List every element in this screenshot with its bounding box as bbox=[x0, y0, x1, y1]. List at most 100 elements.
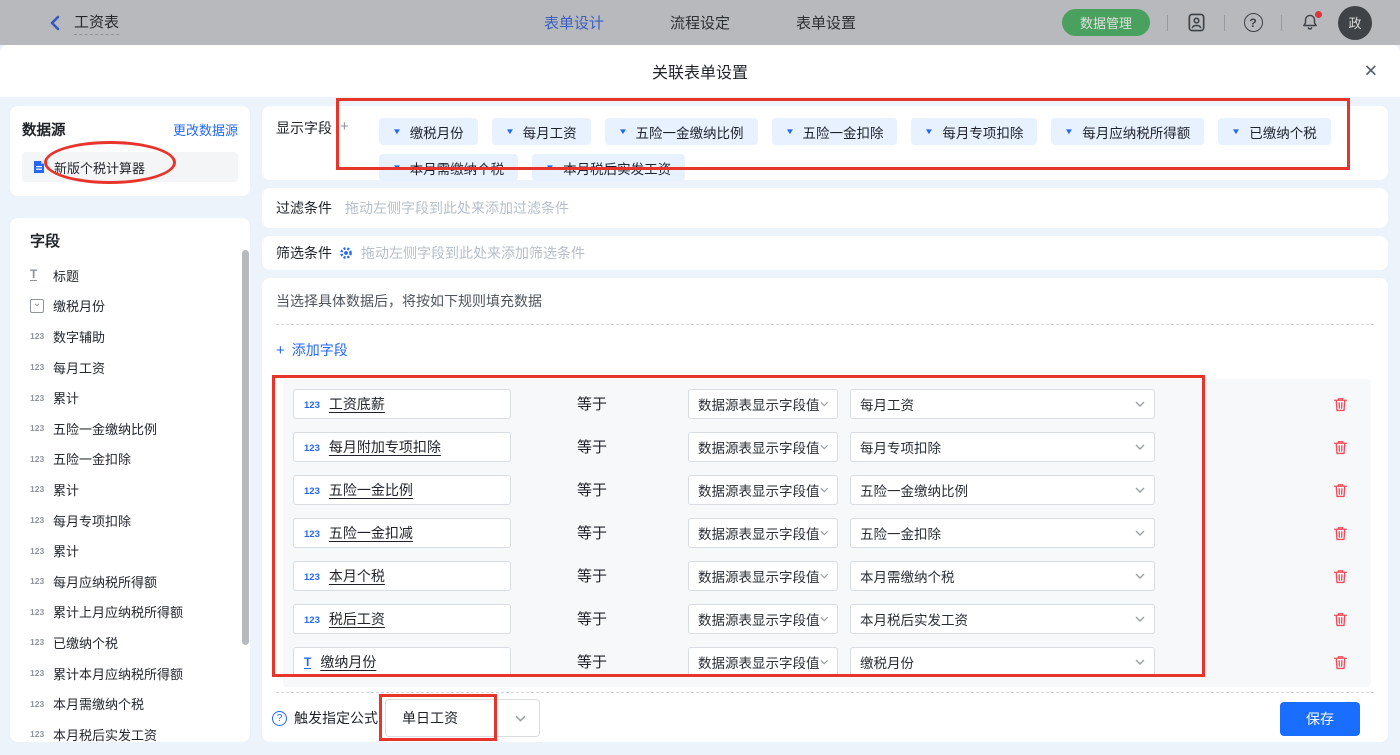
field-list-item[interactable]: 标题 bbox=[30, 260, 240, 291]
display-field-tag[interactable]: ▼ 五险一金缴纳比例 bbox=[605, 118, 758, 145]
divider bbox=[276, 324, 1374, 325]
display-field-tag[interactable]: ▼ 每月专项扣除 bbox=[911, 118, 1037, 145]
source-type-dropdown[interactable]: 数据源表显示字段值 bbox=[688, 432, 838, 462]
target-field-chip[interactable]: 本月个税 bbox=[293, 561, 511, 591]
display-field-tag[interactable]: ▼ 每月应纳税所得额 bbox=[1051, 118, 1204, 145]
filter-condition-row[interactable]: 过滤条件 拖动左侧字段到此处来添加过滤条件 bbox=[262, 188, 1388, 228]
source-field-dropdown[interactable]: 本月需缴纳个税 bbox=[850, 561, 1155, 591]
source-type-dropdown[interactable]: 数据源表显示字段值 bbox=[688, 389, 838, 419]
fields-scrollbar[interactable] bbox=[242, 250, 249, 645]
help-icon[interactable]: ? bbox=[1242, 12, 1264, 34]
delete-rule-button[interactable] bbox=[1332, 568, 1349, 585]
source-field-dropdown[interactable]: 五险一金缴纳比例 bbox=[850, 475, 1155, 505]
delete-rule-button[interactable] bbox=[1332, 654, 1349, 671]
delete-rule-button[interactable] bbox=[1332, 396, 1349, 413]
field-list-item[interactable]: 缴税月份 bbox=[30, 291, 240, 322]
field-list-item[interactable]: 已缴纳个税 bbox=[30, 627, 240, 658]
trigger-formula-label: 触发指定公式 bbox=[294, 708, 378, 728]
data-manage-button[interactable]: 数据管理 bbox=[1062, 9, 1150, 36]
close-icon[interactable]: ✕ bbox=[1364, 63, 1378, 80]
field-list-item[interactable]: 每月工资 bbox=[30, 352, 240, 383]
source-type-dropdown[interactable]: 数据源表显示字段值 bbox=[688, 647, 838, 677]
gear-icon[interactable] bbox=[339, 246, 353, 260]
caret-down-icon: ▼ bbox=[392, 127, 402, 136]
field-list-item[interactable]: 每月应纳税所得额 bbox=[30, 566, 240, 597]
trash-icon bbox=[1332, 568, 1349, 585]
source-type-dropdown[interactable]: 数据源表显示字段值 bbox=[688, 518, 838, 548]
field-list-item[interactable]: 累计本月应纳税所得额 bbox=[30, 658, 240, 689]
target-field-chip[interactable]: 每月附加专项扣除 bbox=[293, 432, 511, 462]
display-field-tag[interactable]: ▼ 缴税月份 bbox=[379, 118, 478, 145]
display-field-tag[interactable]: ▼ 五险一金扣除 bbox=[772, 118, 898, 145]
topbar-tabs: 表单设计 流程设定 表单设置 bbox=[544, 12, 856, 33]
chevron-down-icon bbox=[1135, 444, 1145, 450]
display-field-tag[interactable]: ▼ 每月工资 bbox=[492, 118, 591, 145]
field-list-item[interactable]: 数字辅助 bbox=[30, 321, 240, 352]
trash-icon bbox=[1332, 525, 1349, 542]
field-list-item[interactable]: 本月需缴纳个税 bbox=[30, 688, 240, 719]
topbar-tab[interactable]: 表单设置 bbox=[796, 12, 856, 33]
modal-header: 关联表单设置 ✕ bbox=[0, 45, 1400, 97]
field-list-item[interactable]: 累计上月应纳税所得额 bbox=[30, 597, 240, 628]
target-field-chip[interactable]: 五险一金比例 bbox=[293, 475, 511, 505]
avatar[interactable]: 政 bbox=[1338, 6, 1372, 40]
field-list-item[interactable]: 累计 bbox=[30, 535, 240, 566]
trigger-formula-dropdown[interactable]: 单日工资 bbox=[385, 699, 540, 737]
target-field-chip[interactable]: 缴纳月份 bbox=[293, 647, 511, 677]
sift-condition-row[interactable]: 筛选条件 拖动左侧字段到此处来添加筛选条件 bbox=[262, 236, 1388, 270]
source-field-dropdown[interactable]: 本月税后实发工资 bbox=[850, 604, 1155, 634]
field-type-icon bbox=[304, 524, 320, 542]
source-field-dropdown[interactable]: 五险一金扣除 bbox=[850, 518, 1155, 548]
filter-label: 过滤条件 bbox=[276, 198, 332, 218]
trash-icon bbox=[1332, 654, 1349, 671]
display-field-tag[interactable]: ▼ 本月税后实发工资 bbox=[532, 154, 685, 181]
topbar-tab[interactable]: 流程设定 bbox=[670, 12, 730, 33]
operator-label: 等于 bbox=[577, 555, 607, 598]
add-field-link[interactable]: + 添加字段 bbox=[276, 340, 348, 360]
help-icon[interactable]: ? bbox=[272, 711, 287, 726]
target-field-chip[interactable]: 五险一金扣减 bbox=[293, 518, 511, 548]
source-field-dropdown[interactable]: 每月专项扣除 bbox=[850, 432, 1155, 462]
delete-rule-button[interactable] bbox=[1332, 611, 1349, 628]
trash-icon bbox=[1332, 482, 1349, 499]
field-list-item[interactable]: 累计 bbox=[30, 474, 240, 505]
datasource-item-label: 新版个税计算器 bbox=[54, 158, 145, 177]
display-field-tag[interactable]: ▼ 本月需缴纳个税 bbox=[379, 154, 518, 181]
contacts-icon[interactable] bbox=[1185, 12, 1207, 34]
sift-placeholder: 拖动左侧字段到此处来添加筛选条件 bbox=[361, 243, 585, 263]
topbar-tab[interactable]: 表单设计 bbox=[544, 12, 604, 33]
fields-title: 字段 bbox=[30, 230, 240, 251]
field-list-item[interactable]: 每月专项扣除 bbox=[30, 505, 240, 536]
source-field-dropdown[interactable]: 缴税月份 bbox=[850, 647, 1155, 677]
caret-down-icon: ▼ bbox=[785, 127, 795, 136]
change-datasource-link[interactable]: 更改数据源 bbox=[173, 120, 238, 139]
notification-bell-icon[interactable] bbox=[1299, 12, 1321, 34]
field-list-item[interactable]: 五险一金扣除 bbox=[30, 444, 240, 475]
field-list-item[interactable]: 本月税后实发工资 bbox=[30, 719, 240, 742]
source-type-dropdown[interactable]: 数据源表显示字段值 bbox=[688, 561, 838, 591]
field-list-item[interactable]: 五险一金缴纳比例 bbox=[30, 413, 240, 444]
delete-rule-button[interactable] bbox=[1332, 482, 1349, 499]
target-field-chip[interactable]: 工资底薪 bbox=[293, 389, 511, 419]
filter-placeholder: 拖动左侧字段到此处来添加过滤条件 bbox=[345, 198, 569, 218]
source-type-dropdown[interactable]: 数据源表显示字段值 bbox=[688, 604, 838, 634]
field-list: 标题 缴税月份 数字辅助 每月工资 bbox=[30, 260, 240, 742]
datasource-item[interactable]: 新版个税计算器 bbox=[22, 152, 238, 182]
field-type-icon bbox=[30, 362, 50, 372]
back-button[interactable] bbox=[48, 15, 62, 31]
divider bbox=[1281, 15, 1282, 31]
display-field-tag[interactable]: ▼ 已缴纳个税 bbox=[1218, 118, 1330, 145]
operator-label: 等于 bbox=[577, 512, 607, 555]
source-field-dropdown[interactable]: 每月工资 bbox=[850, 389, 1155, 419]
save-button[interactable]: 保存 bbox=[1280, 702, 1360, 736]
delete-rule-button[interactable] bbox=[1332, 439, 1349, 456]
delete-rule-button[interactable] bbox=[1332, 525, 1349, 542]
target-field-chip[interactable]: 税后工资 bbox=[293, 604, 511, 634]
rule-row: 每月附加专项扣除 等于 数据源表显示字段值 每月专项扣除 bbox=[283, 426, 1371, 469]
rule-row: 本月个税 等于 数据源表显示字段值 本月需缴纳个税 bbox=[283, 555, 1371, 598]
caret-down-icon: ▼ bbox=[1064, 127, 1074, 136]
field-list-item[interactable]: 累计 bbox=[30, 382, 240, 413]
rules-list: 工资底薪 等于 数据源表显示字段值 每月工资 bbox=[283, 379, 1371, 687]
add-display-field-button[interactable]: + bbox=[340, 118, 349, 135]
source-type-dropdown[interactable]: 数据源表显示字段值 bbox=[688, 475, 838, 505]
